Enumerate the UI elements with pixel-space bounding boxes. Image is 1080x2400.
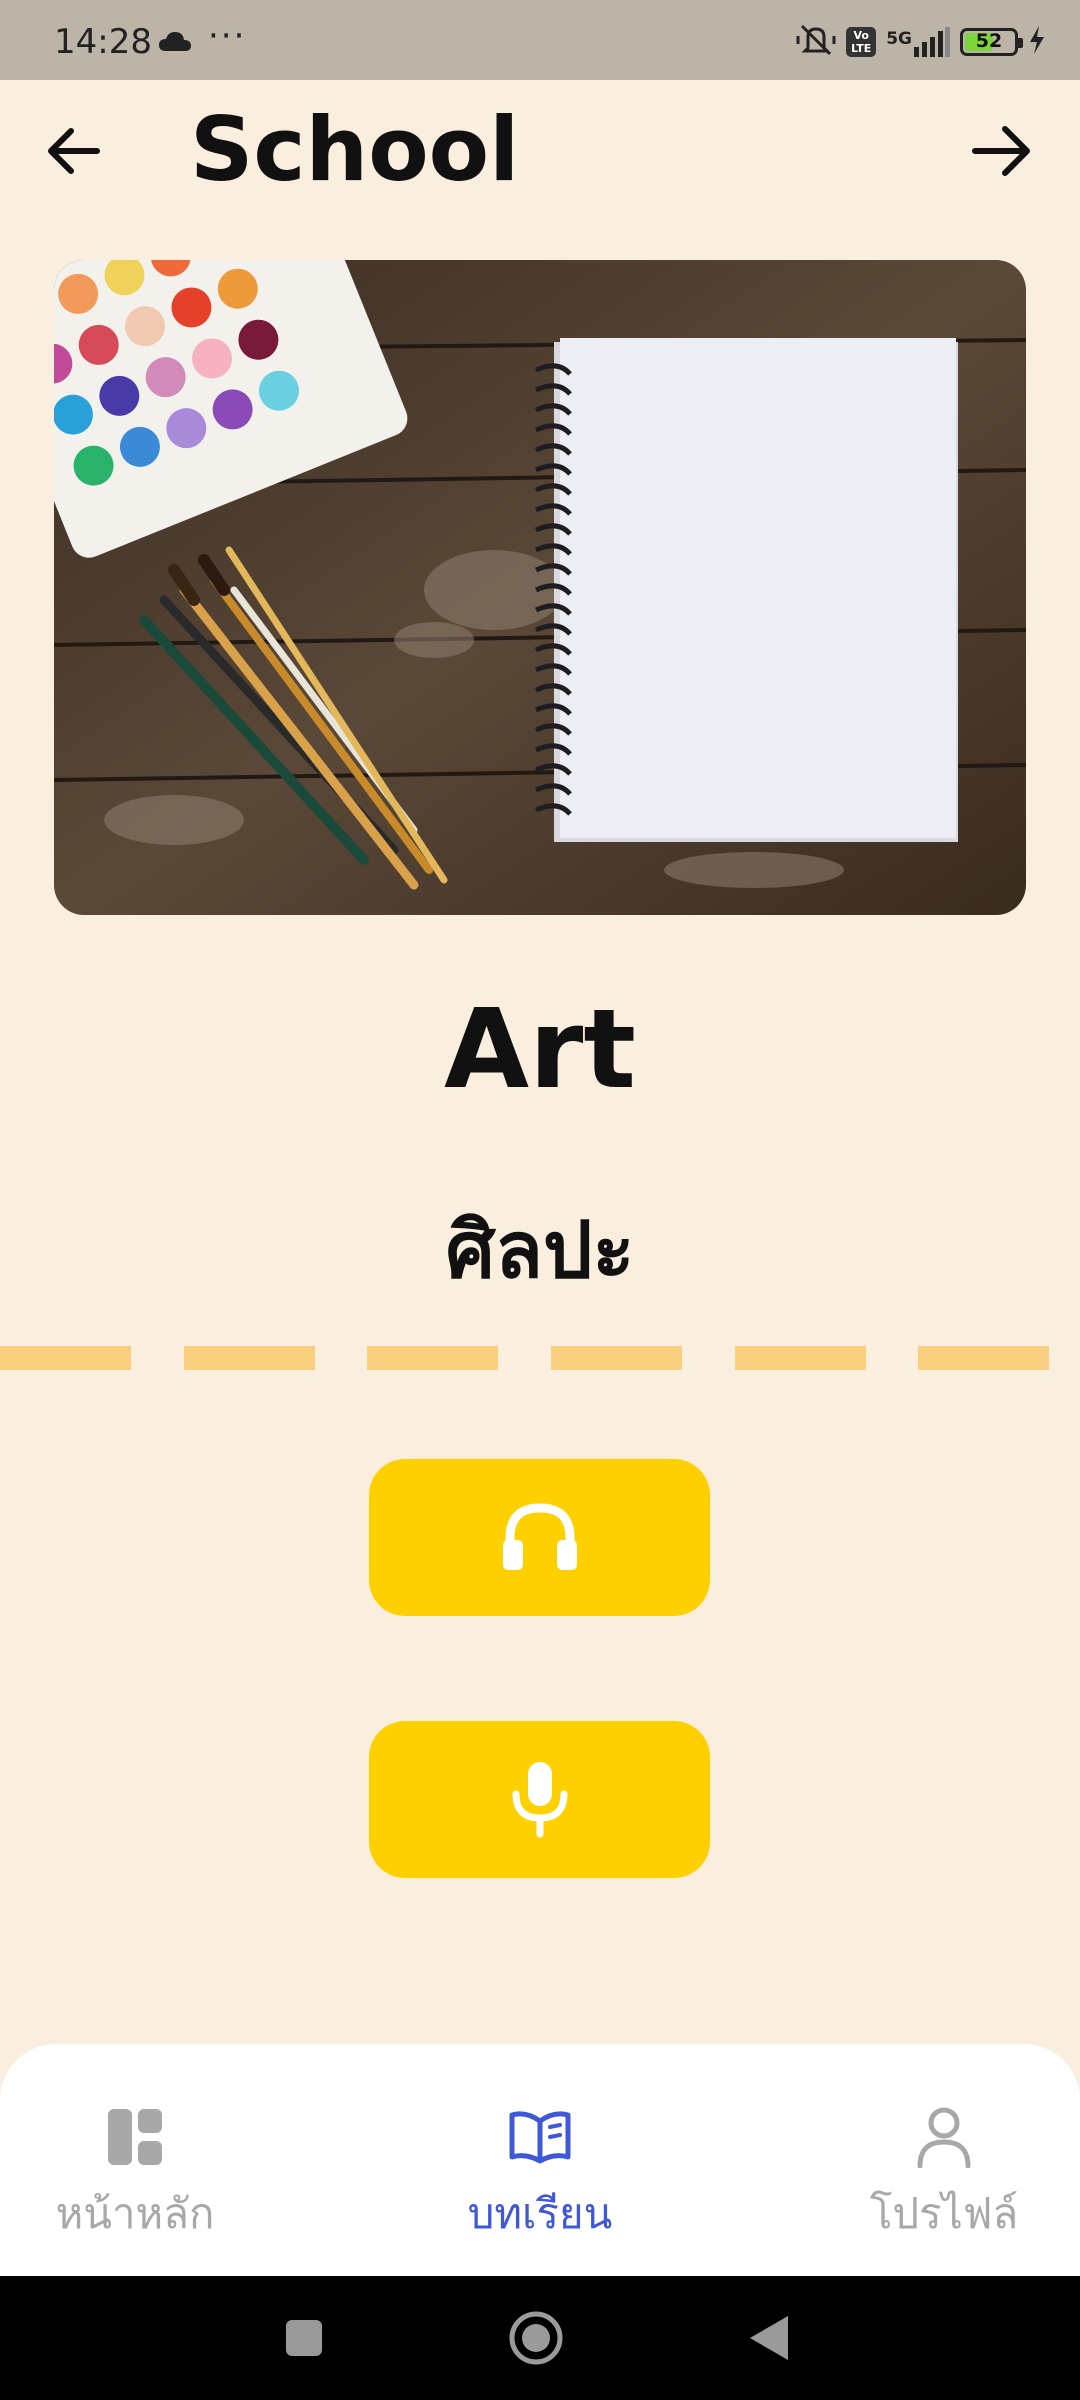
status-time: 14:28	[54, 22, 152, 62]
status-bar: 14:28 ··· Vo LTE 5G 52	[0, 0, 1080, 80]
status-icons: Vo LTE 5G 52	[796, 22, 1046, 62]
back-button[interactable]	[38, 118, 108, 188]
nav-label-home: หน้าหลัก	[55, 2189, 215, 2238]
headphones-icon	[500, 1500, 580, 1576]
microphone-icon	[510, 1758, 570, 1842]
divider-dash	[735, 1346, 866, 1370]
book-icon	[390, 2099, 690, 2175]
word-english: Art	[444, 985, 636, 1113]
nav-label-profile: โปรไฟล์	[869, 2189, 1019, 2238]
word-thai: ศิลปะ	[445, 1206, 635, 1296]
cloud-icon	[158, 30, 192, 56]
speak-button[interactable]	[369, 1721, 710, 1878]
recents-button[interactable]	[284, 2318, 324, 2362]
divider-dash	[184, 1346, 315, 1370]
network-label: 5G	[886, 29, 912, 49]
forward-button[interactable]	[964, 118, 1040, 188]
dashboard-icon	[0, 2099, 285, 2175]
divider-dash	[551, 1346, 682, 1370]
divider-dash	[918, 1346, 1049, 1370]
nav-item-profile[interactable]: โปรไฟล์	[794, 2099, 1080, 2247]
arrow-right-icon	[971, 124, 1033, 182]
charging-icon	[1028, 26, 1046, 58]
page-title: School	[190, 98, 520, 201]
battery-icon: 52	[960, 28, 1023, 56]
divider-dash	[0, 1346, 131, 1370]
listen-button[interactable]	[369, 1459, 710, 1616]
vocabulary-image	[54, 260, 1026, 915]
volte-badge: Vo LTE	[846, 27, 877, 57]
arrow-left-icon	[45, 126, 101, 180]
mute-icon	[796, 22, 836, 62]
back-nav-button[interactable]	[746, 2314, 790, 2366]
nav-label-lessons: บทเรียน	[467, 2189, 613, 2238]
signal-icon: 5G	[886, 27, 950, 57]
user-icon	[794, 2099, 1080, 2175]
divider-dash	[367, 1346, 498, 1370]
battery-level: 52	[975, 30, 1003, 52]
home-button[interactable]	[508, 2310, 564, 2370]
system-navigation-bar	[0, 2276, 1080, 2400]
bottom-navigation: หน้าหลัก บทเรียน โปรไฟล์	[0, 2044, 1080, 2276]
nav-item-home[interactable]: หน้าหลัก	[0, 2099, 285, 2247]
nav-item-lessons[interactable]: บทเรียน	[390, 2099, 690, 2247]
more-icon: ···	[208, 16, 247, 56]
